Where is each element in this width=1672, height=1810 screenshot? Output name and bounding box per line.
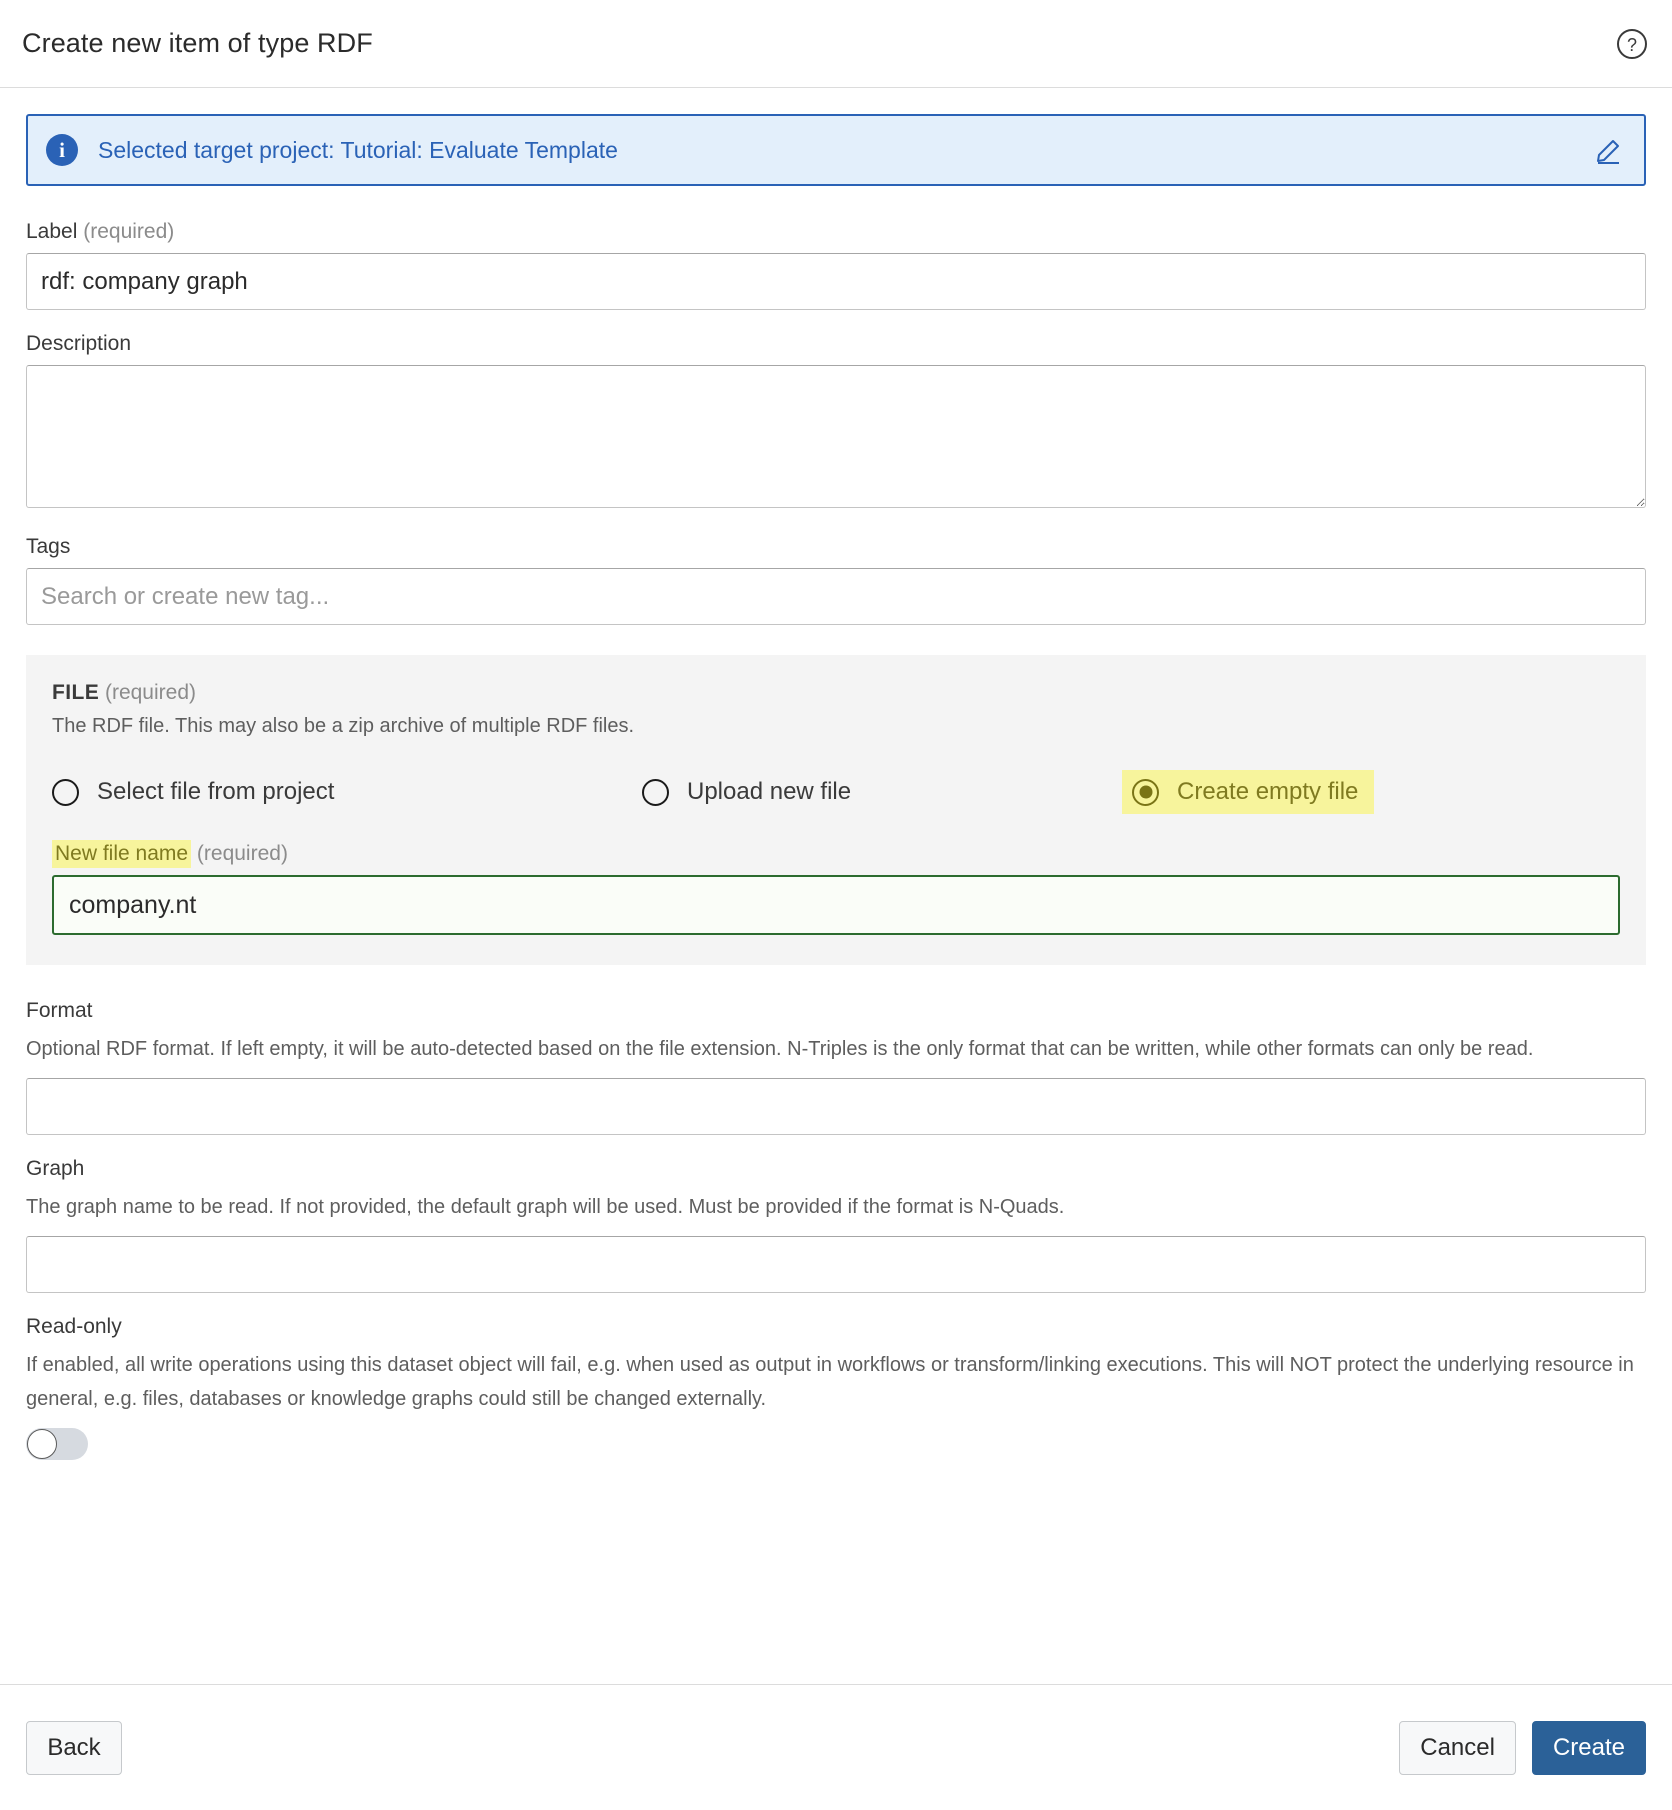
description-field-label: Description (26, 332, 1646, 356)
toggle-knob (27, 1429, 57, 1459)
description-textarea[interactable] (26, 365, 1646, 508)
label-input[interactable] (26, 253, 1646, 310)
readonly-field-description: If enabled, all write operations using t… (26, 1348, 1646, 1416)
radio-label-create-empty-file: Create empty file (1177, 778, 1358, 806)
format-field-group: Format Optional RDF format. If left empt… (26, 999, 1646, 1135)
radio-create-empty-file[interactable]: Create empty file (1122, 770, 1374, 814)
page-title: Create new item of type RDF (22, 28, 373, 59)
graph-field-description: The graph name to be read. If not provid… (26, 1190, 1646, 1224)
new-file-name-label: New file name (required) (52, 842, 1620, 866)
format-field-label: Format (26, 999, 1646, 1023)
question-mark-circle-icon[interactable]: ? (1614, 26, 1650, 62)
dialog-body: i Selected target project: Tutorial: Eva… (0, 88, 1672, 1684)
svg-text:?: ? (1627, 35, 1637, 55)
format-input[interactable] (26, 1078, 1646, 1135)
create-item-dialog: Create new item of type RDF ? i Selected… (0, 0, 1672, 1810)
radio-select-file-from-project[interactable]: Select file from project (52, 770, 642, 814)
readonly-field-label: Read-only (26, 1315, 1646, 1339)
file-panel-title: FILE (required) (52, 681, 1620, 705)
new-file-name-input[interactable] (52, 875, 1620, 935)
label-text: Label (26, 220, 77, 243)
label-field-group: Label (required) (26, 220, 1646, 310)
format-field-description: Optional RDF format. If left empty, it w… (26, 1032, 1646, 1066)
radio-label-select-file: Select file from project (97, 778, 334, 806)
file-required-hint: (required) (105, 681, 196, 704)
tags-field-group: Tags (26, 535, 1646, 625)
pencil-edit-icon[interactable] (1592, 133, 1626, 167)
target-project-text: Selected target project: Tutorial: Evalu… (98, 137, 618, 164)
readonly-toggle[interactable] (26, 1428, 88, 1460)
graph-field-label: Graph (26, 1157, 1646, 1181)
new-file-name-required-hint: (required) (197, 842, 288, 865)
file-title-text: FILE (52, 681, 99, 704)
description-field-group: Description (26, 332, 1646, 513)
back-button[interactable]: Back (26, 1721, 122, 1775)
graph-field-group: Graph The graph name to be read. If not … (26, 1157, 1646, 1293)
cancel-button[interactable]: Cancel (1399, 1721, 1516, 1775)
radio-unchecked-icon (52, 779, 79, 806)
file-panel-description: The RDF file. This may also be a zip arc… (52, 715, 1620, 738)
tags-field-label: Tags (26, 535, 1646, 559)
label-required-hint: (required) (83, 220, 174, 243)
radio-unchecked-icon (642, 779, 669, 806)
file-source-radio-group: Select file from project Upload new file… (52, 770, 1620, 814)
radio-checked-icon (1132, 779, 1159, 806)
radio-upload-new-file[interactable]: Upload new file (642, 770, 1122, 814)
file-panel: FILE (required) The RDF file. This may a… (26, 655, 1646, 965)
tags-input[interactable] (26, 568, 1646, 625)
info-icon: i (46, 134, 78, 166)
create-button[interactable]: Create (1532, 1721, 1646, 1775)
target-project-banner: i Selected target project: Tutorial: Eva… (26, 114, 1646, 186)
dialog-footer: Back Cancel Create (0, 1684, 1672, 1810)
radio-label-upload-new-file: Upload new file (687, 778, 851, 806)
new-file-name-label-text: New file name (52, 840, 191, 868)
readonly-field-group: Read-only If enabled, all write operatio… (26, 1315, 1646, 1460)
dialog-header: Create new item of type RDF ? (0, 0, 1672, 88)
graph-input[interactable] (26, 1236, 1646, 1293)
label-field-label: Label (required) (26, 220, 1646, 244)
